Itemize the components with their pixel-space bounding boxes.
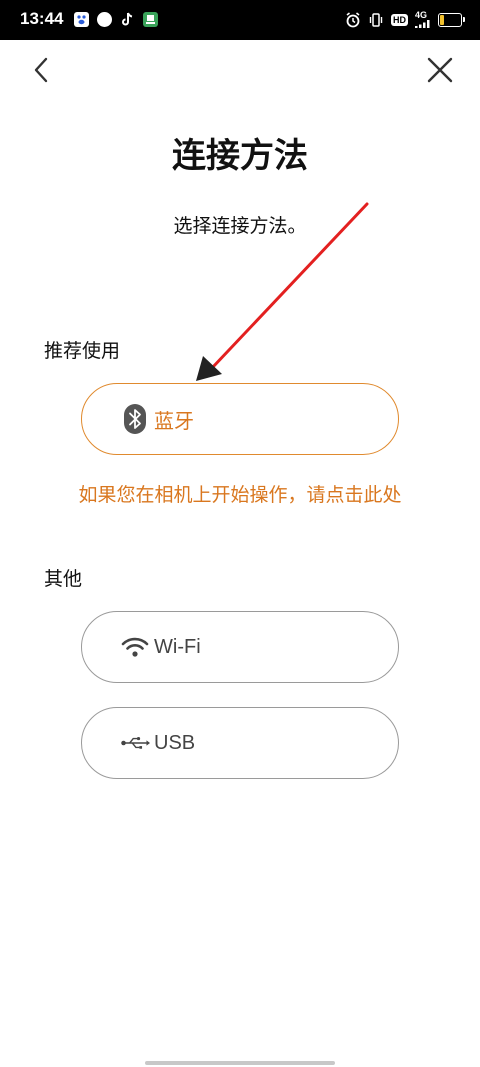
notification-icons: [74, 12, 158, 27]
wifi-icon: [120, 632, 150, 662]
chevron-left-icon: [34, 57, 48, 83]
battery-fill: [440, 14, 444, 25]
bluetooth-label: 蓝牙: [154, 408, 194, 433]
bluetooth-icon: [120, 404, 150, 434]
network-type: 4G: [415, 10, 428, 20]
close-button[interactable]: [424, 54, 456, 86]
usb-label: USB: [154, 731, 196, 754]
usb-button[interactable]: USB: [81, 707, 399, 779]
recommended-section-label: 推荐使用: [44, 340, 121, 362]
wifi-label: Wi-Fi: [154, 635, 201, 658]
camera-start-link[interactable]: 如果您在相机上开始操作，请点击此处: [0, 480, 480, 507]
battery-percent: 17: [444, 14, 455, 25]
alarm-icon: [345, 11, 361, 28]
status-bar: 13:44 HD 4G 17: [0, 0, 480, 40]
status-time: 13:44: [20, 9, 64, 28]
signal-icon: 4G: [415, 11, 431, 28]
hd-icon: HD: [391, 13, 408, 26]
back-button[interactable]: [26, 54, 58, 86]
baidu-app-icon: [74, 12, 89, 27]
bluetooth-button[interactable]: 蓝牙: [81, 383, 399, 455]
usb-icon: [120, 728, 150, 758]
green-app-icon: [143, 12, 158, 27]
page-title: 连接方法: [172, 136, 308, 176]
home-indicator[interactable]: [145, 1061, 335, 1065]
battery-tip: [463, 16, 465, 22]
battery-icon: 17: [438, 12, 465, 27]
vibrate-icon: [368, 12, 384, 28]
other-section-label: 其他: [44, 568, 83, 590]
close-icon: [427, 57, 453, 83]
tiktok-icon: [120, 12, 135, 27]
compass-app-icon: [97, 12, 112, 27]
wifi-button[interactable]: Wi-Fi: [81, 611, 399, 683]
page-subtitle: 选择连接方法。: [173, 215, 307, 237]
system-status-icons: HD 4G 17: [345, 11, 465, 28]
